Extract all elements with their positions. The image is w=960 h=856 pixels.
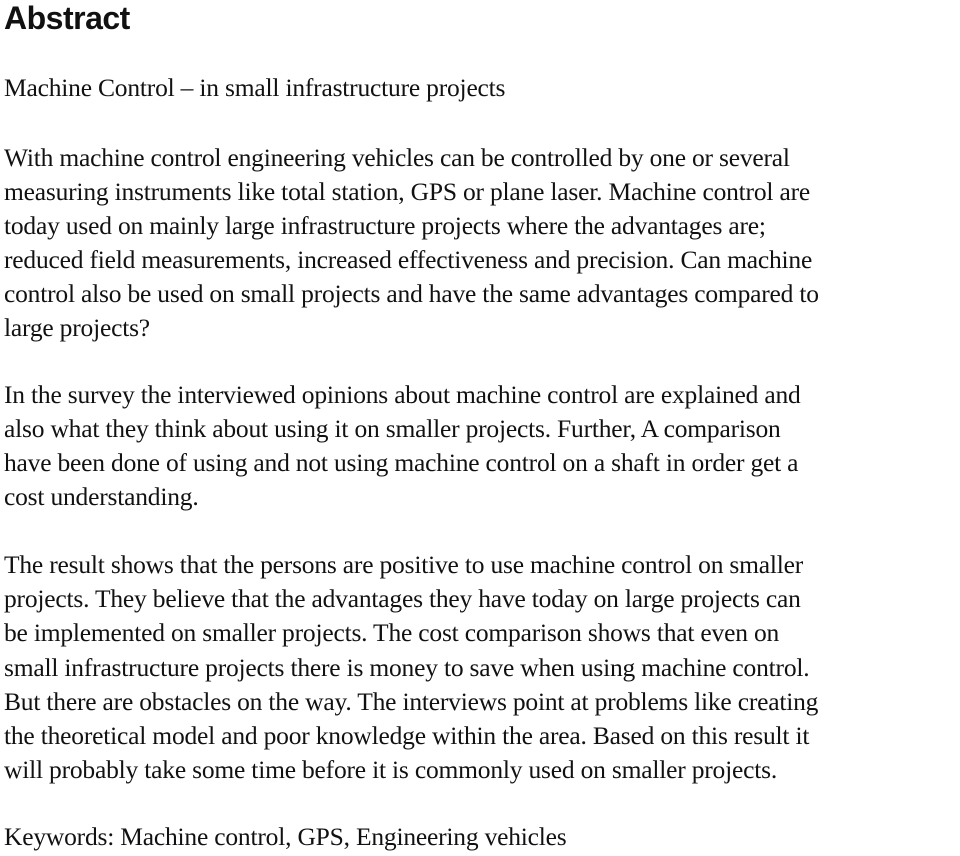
text-line: be implemented on smaller projects. The … [4, 618, 780, 647]
text-line: With machine control engineering vehicle… [4, 143, 790, 172]
text-line: reduced field measurements, increased ef… [4, 245, 813, 274]
text-line: today used on mainly large infrastructur… [4, 211, 766, 240]
text-line: But there are obstacles on the way. The … [4, 687, 819, 716]
text-line: measuring instruments like total station… [4, 177, 810, 206]
text-line: control also be used on small projects a… [4, 279, 819, 308]
abstract-heading: Abstract [4, 0, 130, 36]
text-line: also what they think about using it on s… [4, 414, 781, 443]
text-line: have been done of using and not using ma… [4, 448, 799, 477]
keywords: Keywords: Machine control, GPS, Engineer… [4, 822, 567, 851]
text-line: the theoretical model and poor knowledge… [4, 721, 810, 750]
text-line: cost understanding. [4, 482, 199, 511]
text-line: small infrastructure projects there is m… [4, 653, 810, 682]
text-line: large projects? [4, 313, 150, 342]
text-line: The result shows that the persons are po… [4, 550, 804, 579]
text-line: projects. They believe that the advantag… [4, 584, 801, 613]
document-title: Machine Control – in small infrastructur… [4, 73, 506, 102]
text-line: In the survey the interviewed opinions a… [4, 380, 801, 409]
text-line: will probably take some time before it i… [4, 755, 777, 784]
